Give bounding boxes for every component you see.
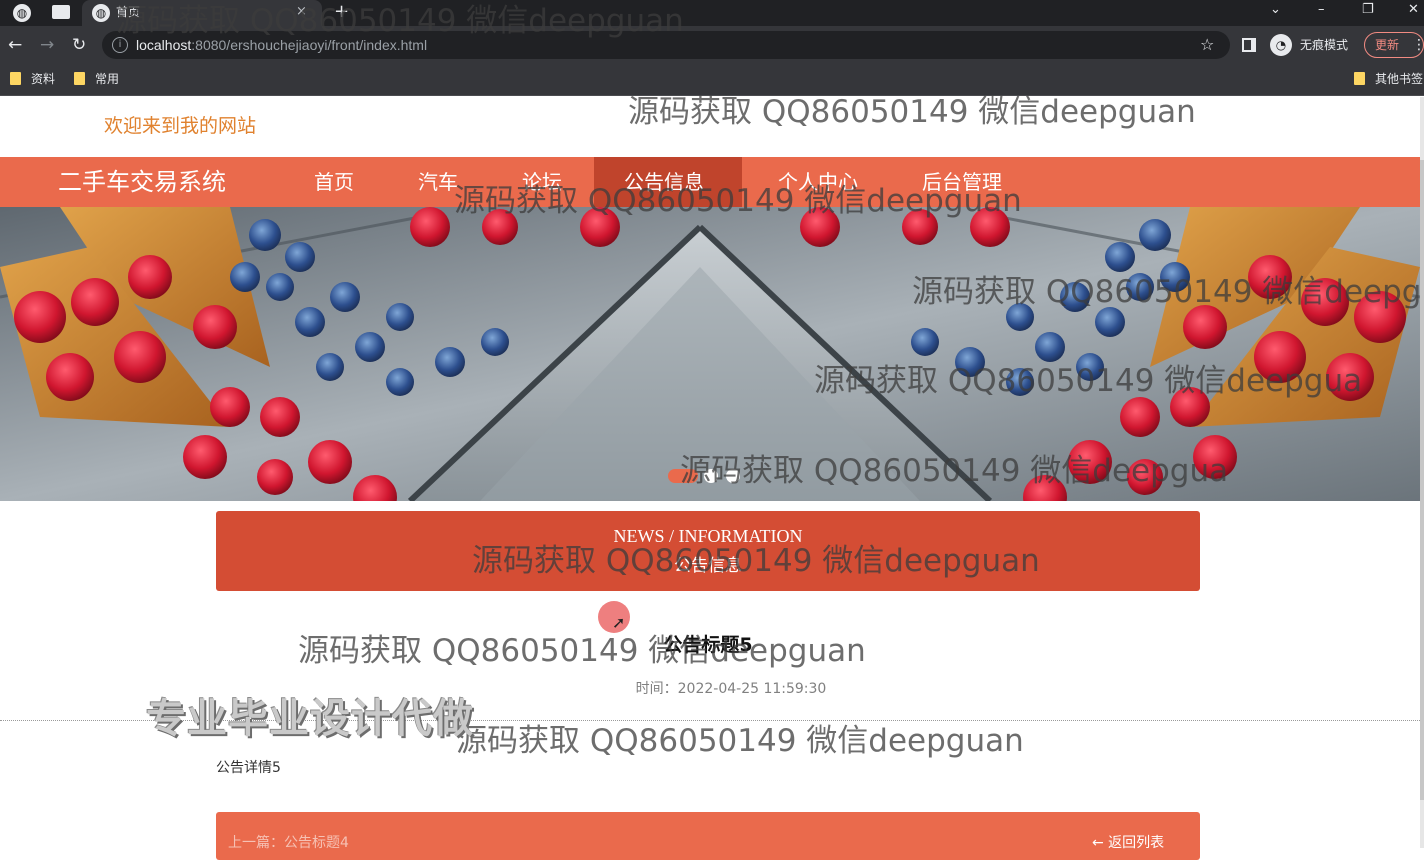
- site-name[interactable]: 二手车交易系统: [58, 166, 226, 198]
- tab-list-chevron-icon[interactable]: ⌄: [1270, 2, 1281, 18]
- prev-article-link[interactable]: 上一篇：公告标题4: [228, 834, 349, 852]
- back-to-list-button[interactable]: ← 返回列表: [1092, 834, 1164, 852]
- other-bookmarks[interactable]: 其他书签: [1354, 71, 1423, 87]
- watermark-text: 源码获取 QQ86050149 微信deepguan: [454, 183, 1022, 219]
- time-label: 时间：: [635, 681, 678, 697]
- folder-icon: [1354, 72, 1365, 85]
- incognito-icon[interactable]: ◔: [1270, 34, 1292, 56]
- watermark-text: 源码获取 QQ86050149 微信deepgua: [680, 453, 1229, 489]
- watermark-text: 源码获取 QQ86050149 微信deepgua: [912, 274, 1424, 310]
- url-host: localhost: [136, 37, 192, 53]
- folder-icon: [74, 72, 85, 85]
- url-path: :8080/ershouchejiaoyi/front/index.html: [191, 37, 428, 53]
- reload-icon[interactable]: ↻: [72, 34, 86, 56]
- watermark-text: 源码获取 QQ86050149 微信deepguan: [472, 543, 1040, 579]
- bookmark-label: 常用: [95, 72, 120, 86]
- page-scrollbar-thumb[interactable]: [1420, 160, 1424, 800]
- watermark-text: 源码获取 QQ86050149 微信deepguan: [298, 633, 866, 669]
- restore-icon[interactable]: ❐: [1362, 2, 1374, 18]
- tab-search-icon[interactable]: [52, 5, 70, 19]
- folder-icon: [10, 72, 21, 85]
- incognito-label[interactable]: 无痕模式: [1300, 37, 1348, 53]
- page-favicon-icon: ◍: [92, 4, 110, 22]
- side-panel-icon[interactable]: [1242, 38, 1256, 52]
- watermark-text: 源码获取 QQ86050149 微信deepgua: [814, 363, 1363, 399]
- ad-overlay-text: 专业毕业设计代做: [146, 696, 474, 742]
- bookmark-label: 资料: [31, 72, 56, 86]
- bookmark-label: 其他书签: [1375, 72, 1424, 86]
- watermark-text: 源码获取 QQ86050149 微信deepguan: [456, 723, 1024, 759]
- watermark-text: 源码获取 QQ86050149 微信deepguan: [116, 3, 684, 39]
- nav-item-cars[interactable]: 汽车: [418, 168, 458, 196]
- bookmarks-bar: [0, 64, 1424, 96]
- article-content: 公告详情5: [216, 760, 281, 776]
- bookmark-folder-changyong[interactable]: 常用: [74, 71, 119, 87]
- menu-kebab-icon[interactable]: ⋮: [1412, 36, 1424, 54]
- welcome-text: 欢迎来到我的网站: [104, 115, 257, 137]
- site-info-icon[interactable]: i: [112, 37, 128, 53]
- close-window-icon[interactable]: ✕: [1408, 2, 1419, 18]
- mouse-cursor-icon: ➚: [612, 613, 626, 632]
- bookmark-folder-ziliao[interactable]: 资料: [10, 71, 55, 87]
- bookmark-star-icon[interactable]: ☆: [1200, 35, 1214, 55]
- minimize-icon[interactable]: –: [1318, 2, 1325, 18]
- watermark-text: 源码获取 QQ86050149 微信deepguan: [628, 94, 1196, 130]
- nav-item-home[interactable]: 首页: [314, 168, 354, 196]
- article-footer-bar: [216, 812, 1200, 860]
- globe-icon[interactable]: ◍: [13, 4, 31, 22]
- forward-arrow-icon[interactable]: →: [40, 34, 54, 56]
- time-value: 2022-04-25 11:59:30: [677, 681, 827, 697]
- back-arrow-icon[interactable]: ←: [8, 34, 22, 56]
